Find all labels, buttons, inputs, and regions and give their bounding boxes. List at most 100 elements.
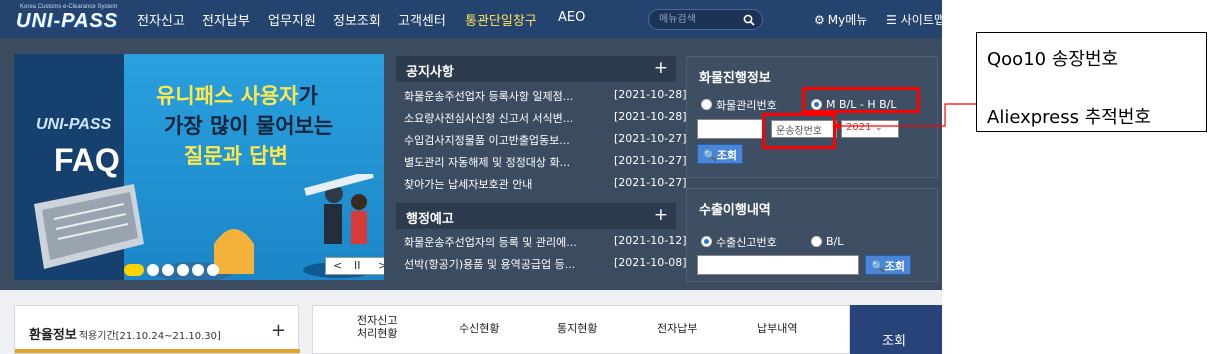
- admin-notice-item[interactable]: 선박(항공기)용품 및 용역공급업 등... [2021-10-08]: [404, 256, 687, 276]
- export-radio-decl[interactable]: 수출신고번호: [701, 231, 777, 250]
- banner-dot-5[interactable]: [192, 263, 204, 276]
- admin-notice-title: 행정예고: [406, 212, 454, 227]
- notice-item-date: [2021-10-27]: [614, 132, 687, 145]
- faq-banner[interactable]: UNI-PASS FAQ 유니패스 사용자가 가장 많이 물어보는 질문과 답변…: [14, 54, 384, 280]
- notice-item-date: [2021-10-27]: [614, 154, 687, 167]
- admin-notice-item-title: 선박(항공기)용품 및 용역공급업 등...: [404, 258, 576, 271]
- banner-dot-6[interactable]: [207, 263, 219, 276]
- svc-label-line1: 통지현황: [557, 322, 598, 335]
- my-menu-button[interactable]: ⚙ My메뉴: [814, 11, 867, 28]
- svc-e-payment[interactable]: 전자납부: [657, 322, 697, 335]
- notice-item[interactable]: 화물운송주선업자 등록사항 일제점... [2021-10-28]: [404, 88, 687, 108]
- annotation-arrow: [832, 103, 976, 130]
- sitemap-button[interactable]: ☰ 사이트맵: [886, 11, 942, 28]
- svc-label-line2: 처리현황: [357, 327, 398, 340]
- e-service-search-label: 조회: [882, 334, 906, 349]
- banner-headline-1b: 가: [298, 84, 318, 108]
- nav-item-info-lookup[interactable]: 정보조회: [333, 10, 381, 29]
- banner-headline-3: 질문과 답변: [184, 144, 288, 168]
- notice-item-title: 별도관리 자동해제 및 정정대상 화...: [404, 156, 571, 169]
- notice-item[interactable]: 별도관리 자동해제 및 정정대상 화... [2021-10-27]: [404, 154, 687, 174]
- export-radio-decl-label: 수출신고번호: [716, 235, 777, 249]
- exchange-rate-box: 환율정보 적용기간[21.10.24~21.10.30] +: [14, 305, 300, 354]
- my-menu-label: My메뉴: [827, 13, 868, 27]
- search-icon: 🔍: [871, 260, 885, 273]
- export-history-box: 수출이행내역 수출신고번호 B/L 🔍조회: [686, 188, 938, 282]
- admin-notice-header: 행정예고 +: [396, 203, 676, 229]
- admin-notice-item-title: 화물운송주선업자의 등록 및 관리에...: [404, 236, 577, 249]
- cargo-radio-mgmt[interactable]: 화물관리번호: [701, 94, 777, 113]
- nav-item-customer-center[interactable]: 고객센터: [398, 10, 446, 29]
- svc-e-declaration-status[interactable]: 전자신고 처리현황: [357, 314, 397, 340]
- annotation-line-2: Aliexpress 추적번호: [987, 107, 1151, 128]
- nav-item-aeo[interactable]: AEO: [558, 10, 585, 25]
- cargo-title: 화물진행정보: [699, 71, 771, 86]
- search-icon[interactable]: [743, 14, 755, 26]
- hamburger-icon: ☰: [886, 13, 897, 27]
- notice-more-button[interactable]: +: [654, 58, 668, 78]
- top-nav: Korea Customs e-Clearance System UNI-PAS…: [0, 0, 942, 38]
- nav-item-single-window[interactable]: 통관단일창구: [465, 10, 537, 29]
- cargo-search-label: 조회: [716, 149, 737, 162]
- gear-icon: ⚙: [814, 13, 825, 27]
- banner-headline-1: 유니패스 사용자가: [156, 80, 318, 110]
- svc-payment-history[interactable]: 납부내역: [757, 322, 797, 335]
- banner-pause-button[interactable]: II: [354, 259, 361, 272]
- sitemap-label: 사이트맵: [900, 13, 942, 27]
- exchange-rate-more-button[interactable]: +: [271, 320, 286, 341]
- banner-dot-1[interactable]: [124, 263, 144, 276]
- banner-next-button[interactable]: >: [378, 259, 384, 272]
- svc-label-line1: 전자신고: [357, 314, 398, 327]
- svc-label-line1: 수신현황: [459, 322, 500, 335]
- menu-search: [648, 9, 763, 30]
- export-radio-decl-control: [701, 236, 712, 247]
- export-search-label: 조회: [884, 260, 905, 273]
- nav-item-work-support[interactable]: 업무지원: [268, 10, 316, 29]
- export-radio-bl-control: [811, 236, 822, 247]
- notice-item-date: [2021-10-27]: [614, 176, 687, 189]
- notice-item-title: 소요량사전심사신청 신고서 서식변...: [404, 112, 574, 125]
- cargo-search-button[interactable]: 🔍조회: [697, 144, 743, 164]
- exchange-rate-bar: [15, 349, 300, 353]
- svc-notice-status[interactable]: 통지현황: [557, 322, 597, 335]
- notice-list: 화물운송주선업자 등록사항 일제점... [2021-10-28] 소요량사전심사…: [396, 82, 687, 194]
- nav-item-e-payment[interactable]: 전자납부: [202, 10, 250, 29]
- export-radio-bl[interactable]: B/L: [811, 231, 843, 250]
- banner-dot-2[interactable]: [147, 263, 159, 276]
- notice-item-date: [2021-10-28]: [614, 110, 687, 123]
- site-logo[interactable]: Korea Customs e-Clearance System UNI-PAS…: [12, 4, 120, 34]
- banner-headline-1a: 유니패스 사용자: [156, 84, 299, 108]
- cargo-number-input[interactable]: [697, 119, 763, 139]
- notice-item[interactable]: 찾아가는 납세자보호관 안내 [2021-10-27]: [404, 176, 687, 196]
- logo-text: UNI-PASS: [16, 10, 119, 32]
- banner-logo: UNI-PASS: [36, 116, 112, 133]
- banner-prev-button[interactable]: <: [333, 259, 342, 272]
- notice-item-date: [2021-10-28]: [614, 88, 687, 101]
- svc-receive-status[interactable]: 수신현황: [459, 322, 499, 335]
- main-panel: UNI-PASS FAQ 유니패스 사용자가 가장 많이 물어보는 질문과 답변…: [0, 38, 942, 290]
- screenshot-root: Korea Customs e-Clearance System UNI-PAS…: [0, 0, 1212, 354]
- notice-item[interactable]: 소요량사전심사신청 신고서 서식변... [2021-10-28]: [404, 110, 687, 130]
- notice-item-title: 찾아가는 납세자보호관 안내: [404, 178, 533, 191]
- exchange-rate-label: 환율정보: [29, 328, 77, 343]
- banner-faq-text: FAQ: [54, 142, 120, 178]
- admin-notice-list: 화물운송주선업자의 등록 및 관리에... [2021-10-12] 선박(항공기…: [396, 229, 687, 281]
- banner-dot-4[interactable]: [177, 263, 189, 276]
- export-number-input[interactable]: [697, 255, 859, 275]
- banner-dot-3[interactable]: [162, 263, 174, 276]
- menu-search-input[interactable]: [659, 12, 739, 27]
- svc-label-line1: 납부내역: [757, 322, 798, 335]
- export-search-button[interactable]: 🔍조회: [865, 255, 911, 275]
- nav-item-e-declaration[interactable]: 전자신고: [137, 10, 185, 29]
- e-service-search-button[interactable]: 조회: [850, 305, 942, 354]
- annotation-line-1: Qoo10 송장번호: [987, 49, 1119, 70]
- highlight-tracking-select: [762, 113, 836, 149]
- banner-controls: < II >: [325, 257, 384, 275]
- banner-pagination: [124, 259, 222, 276]
- notice-item[interactable]: 수입검사지정물품 이고반출업동보... [2021-10-27]: [404, 132, 687, 152]
- bottom-strip: 환율정보 적용기간[21.10.24~21.10.30] + 전자신고 처리현황 수…: [0, 290, 942, 354]
- cargo-radio-mgmt-control: [701, 99, 712, 110]
- exchange-rate-title: 환율정보 적용기간[21.10.24~21.10.30]: [29, 324, 221, 343]
- admin-notice-item[interactable]: 화물운송주선업자의 등록 및 관리에... [2021-10-12]: [404, 234, 687, 254]
- admin-notice-more-button[interactable]: +: [654, 205, 668, 225]
